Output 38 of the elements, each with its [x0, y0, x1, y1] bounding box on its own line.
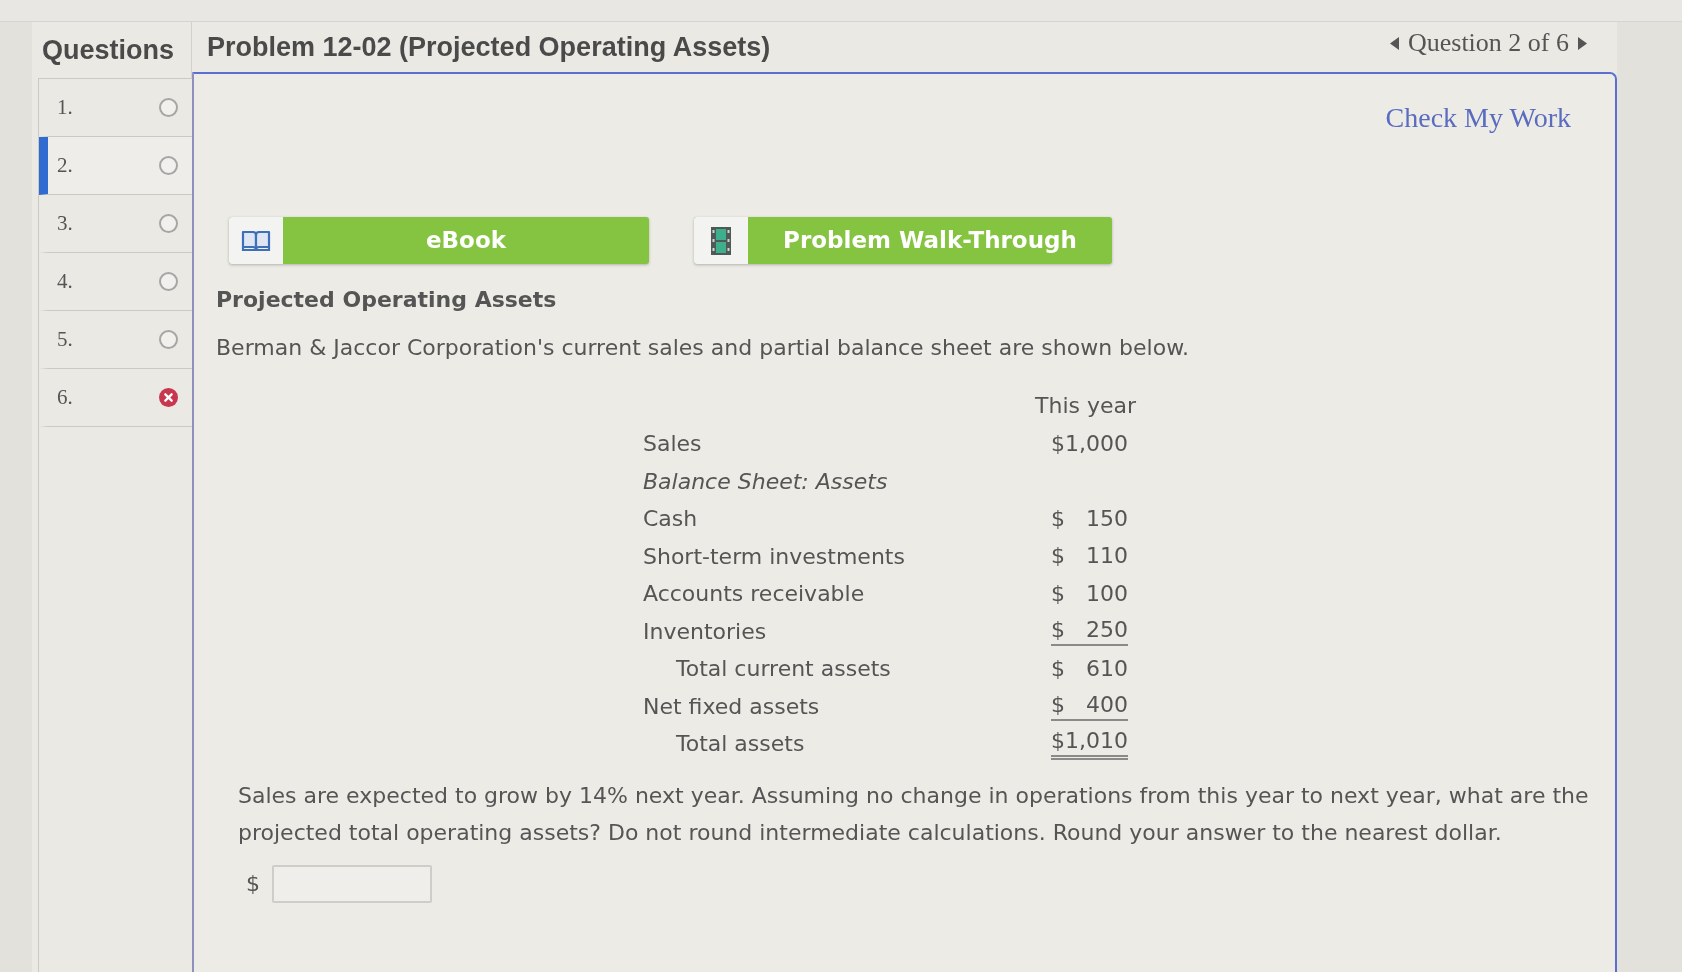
question-text: Sales are expected to grow by 14% next year. Assuming no change in operations from this year to next year, what are the projected total operating assets? Do not round intermediate calculations. Round your answer to the nearest dollar. [238, 781, 1590, 847]
amount-text: 100 [1086, 579, 1128, 608]
row-label: Accounts receivable [643, 581, 865, 607]
problem-title: Problem 12-02 (Projected Operating Assets) [207, 31, 771, 63]
amount-text: 610 [1086, 654, 1128, 683]
question-item[interactable]: 2. [39, 137, 192, 195]
dollar-sign: $ [246, 869, 260, 898]
check-my-work-link[interactable]: Check My Work [1385, 102, 1571, 134]
amount-text: 110 [1086, 542, 1128, 571]
row-label: Net fixed assets [643, 693, 820, 719]
amount-text: 150 [1086, 504, 1128, 533]
book-icon [229, 217, 283, 264]
row-label: Balance Sheet: Assets [643, 468, 888, 494]
currency-sign: $ [1051, 579, 1065, 608]
currency-sign: $ [1051, 616, 1065, 645]
row-label: Total assets [676, 731, 805, 757]
currency-sign: $ [1051, 504, 1065, 533]
column-header: This year [1035, 391, 1137, 420]
intro-text: Berman & Jaccor Corporation's current sales and partial balance sheet are shown below. [216, 334, 1190, 362]
amount-text: 250 [1086, 616, 1128, 645]
currency-sign: $ [1051, 691, 1065, 720]
row-label: Inventories [643, 618, 767, 644]
caret-right-icon[interactable] [1578, 36, 1587, 50]
row-label: Sales [643, 431, 702, 457]
currency-sign: $ [1051, 542, 1065, 571]
answer-field[interactable] [272, 864, 432, 903]
row-label: Cash [643, 506, 698, 532]
film-strip-icon [694, 217, 748, 264]
amount-text: $1,010 [1051, 727, 1128, 756]
currency-sign: $ [1051, 654, 1065, 683]
row-label: Total current assets [676, 656, 891, 682]
caret-left-icon[interactable] [1389, 36, 1399, 50]
sidebar-title: Questions [42, 34, 175, 66]
amount-text: $1,000 [1051, 429, 1128, 458]
row-label: Short-term investments [643, 543, 905, 569]
question-counter: Question 2 of 6 [1407, 28, 1569, 58]
problem-heading: Projected Operating Assets [216, 286, 557, 314]
amount-text: 400 [1086, 691, 1128, 720]
